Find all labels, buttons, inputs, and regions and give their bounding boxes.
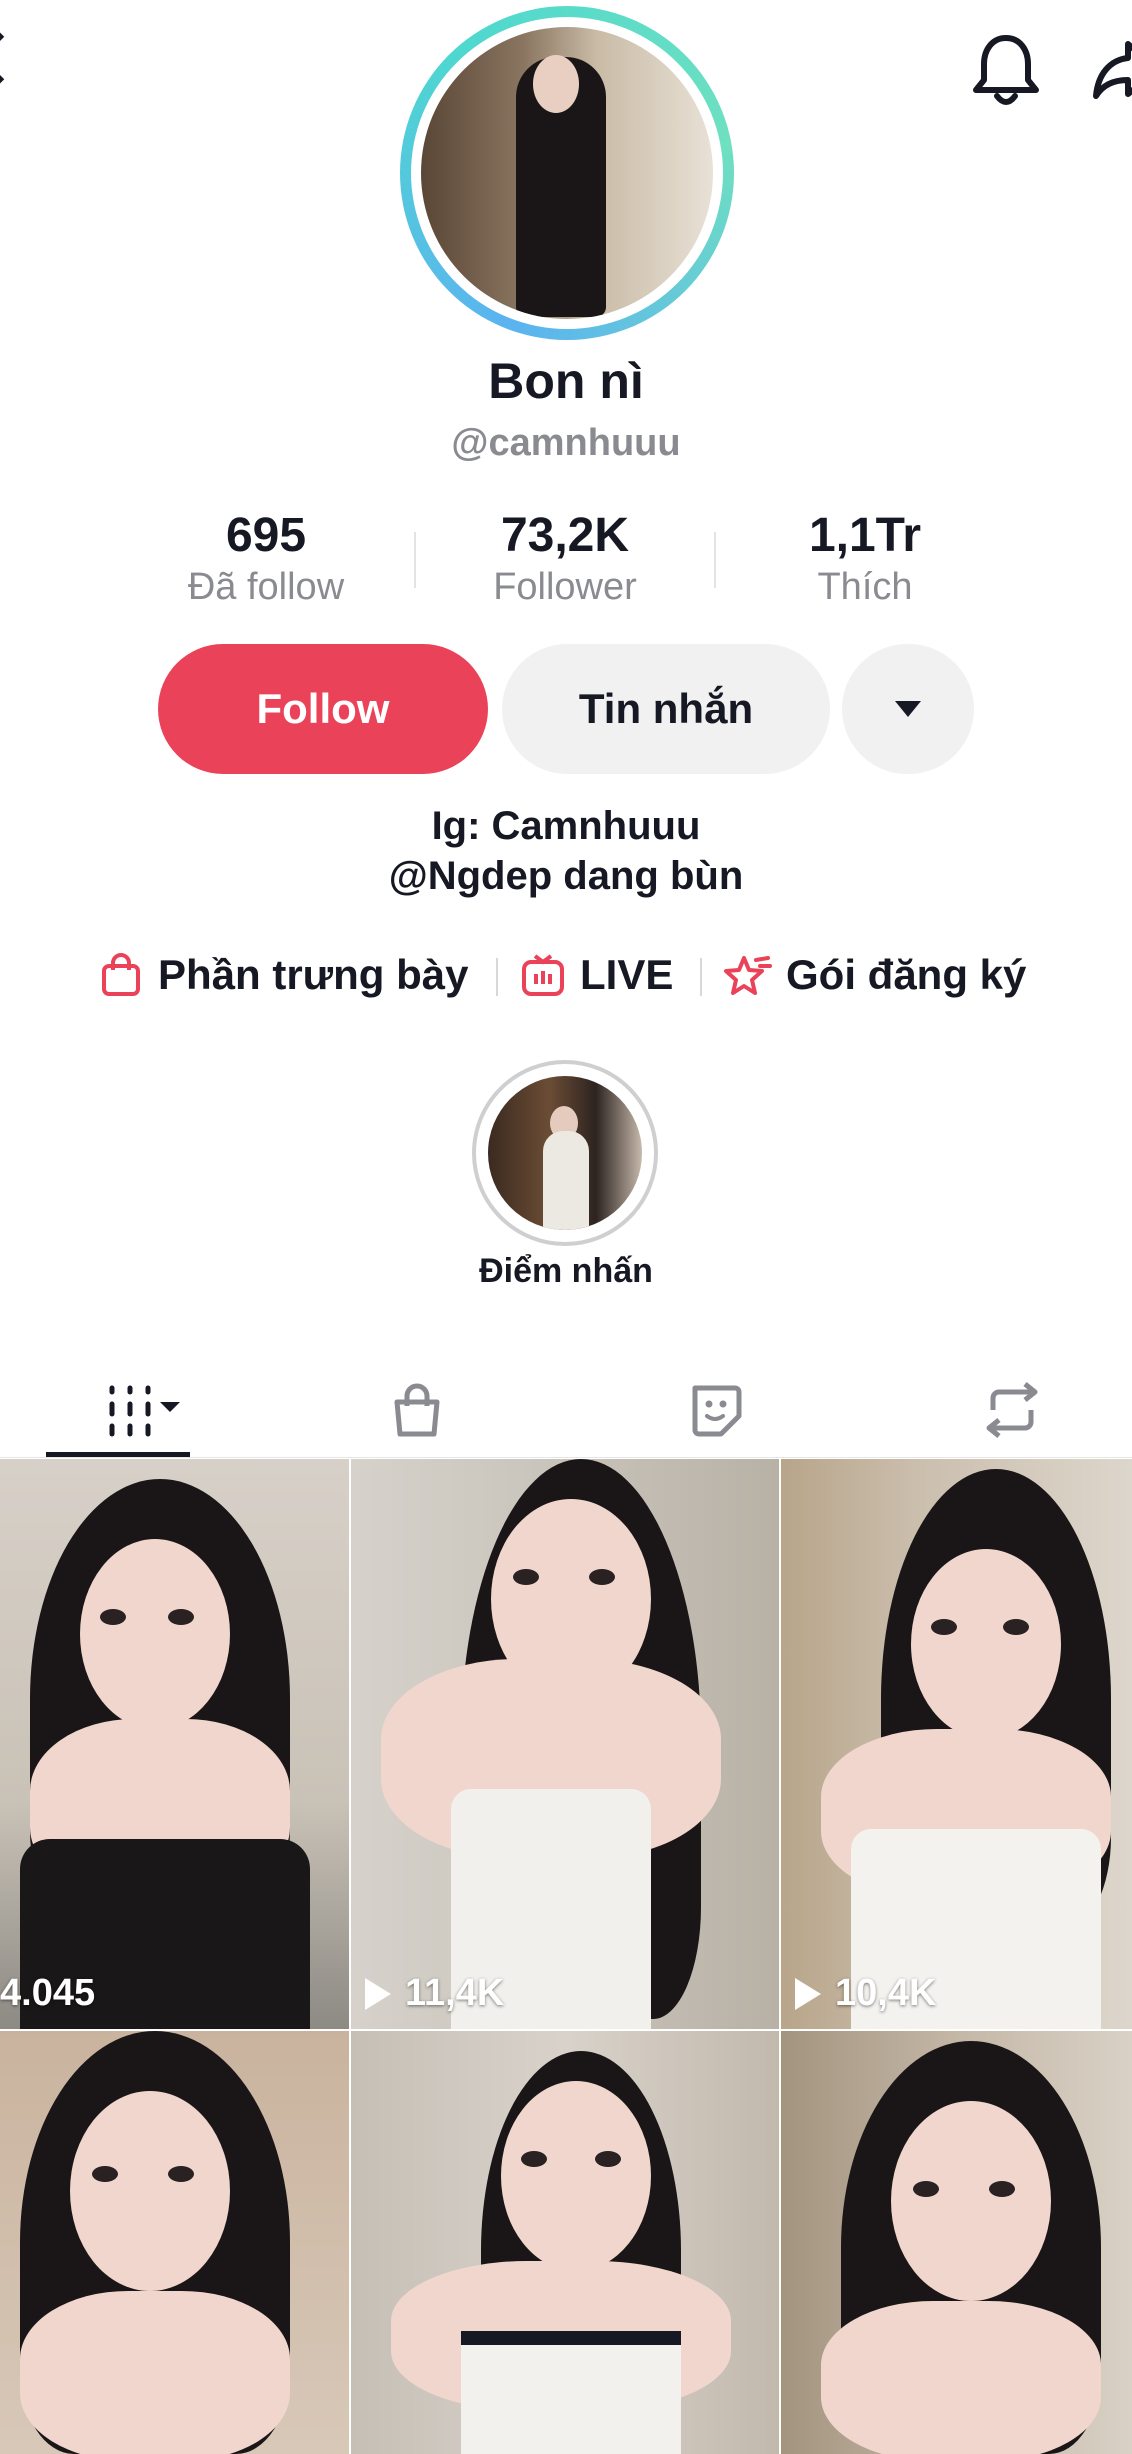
follow-button[interactable]: Follow [158,644,488,774]
message-button-label: Tin nhắn [578,685,754,732]
video-views: 10,4K [795,1972,936,2015]
video-views-count: 11,4K [405,1972,505,2014]
likes-label[interactable]: Thích [715,566,1015,609]
followers-label[interactable]: Follower [415,566,715,609]
video-thumbnail[interactable] [0,2031,349,2454]
bio-line-2[interactable]: @Ngdep dang bùn [0,854,1132,899]
display-name: Bon nì [488,353,644,409]
following-count[interactable]: 695 [116,508,416,563]
tab-shop[interactable] [275,1360,558,1460]
showcase-link-label: Phần trưng bày [158,951,469,998]
video-views-count: 10,4K [835,1972,937,2014]
live-link-label: LIVE [580,951,674,998]
live-tv-icon [522,954,564,996]
video-thumbnail[interactable] [351,2031,779,2454]
suggested-accounts-button[interactable] [842,644,974,774]
subscription-star-icon [724,956,772,995]
tab-reposts[interactable] [870,1360,1132,1460]
follow-button-label: Follow [256,685,390,732]
bell-icon[interactable] [970,30,1042,110]
video-thumbnail[interactable] [781,2031,1132,2454]
video-views: 11,4K [365,1972,504,2015]
subscription-link[interactable]: Gói đăng ký [722,940,1026,1010]
repost-icon [986,1382,1037,1438]
likes-count[interactable]: 1,1Tr [715,508,1015,563]
active-tab-indicator [46,1452,190,1457]
sticker-icon [692,1385,741,1437]
live-link[interactable]: LIVE [520,940,673,1010]
video-views-count: 4.045 [0,1972,96,2014]
tab-videos[interactable] [0,1360,283,1460]
play-icon [795,1977,821,2010]
tab-liked[interactable] [573,1360,856,1460]
caret-down-icon [895,701,921,717]
highlight-label: Điểm nhấn [479,1252,653,1290]
share-icon[interactable] [1088,30,1132,110]
link-divider [700,958,702,996]
grid-icon [109,1385,180,1437]
video-thumbnail[interactable]: 4.045 [0,1459,349,2029]
subscription-link-label: Gói đăng ký [786,951,1027,998]
link-divider [496,958,498,996]
highlight-thumbnail[interactable] [488,1076,642,1230]
message-button[interactable]: Tin nhắn [502,644,830,774]
showcase-link[interactable]: Phần trưng bày [98,940,468,1010]
video-thumbnail[interactable]: 11,4K [351,1459,779,2029]
tabs-border [0,1457,1132,1458]
followers-count[interactable]: 73,2K [415,508,715,563]
shopping-bag-icon [102,953,140,996]
username: @camnhuuu [451,422,681,464]
play-icon [365,1977,391,2010]
following-label[interactable]: Đã follow [116,566,416,609]
video-thumbnail[interactable]: 10,4K [781,1459,1132,2029]
avatar[interactable] [421,27,713,319]
bio-line-1: Ig: Camnhuuu [431,804,701,848]
video-views: 4.045 [0,1972,95,2015]
profile-links: Phần trưng bày LIVE Gói đăng ký [0,940,1132,1010]
back-chevron-icon[interactable] [0,32,26,84]
shopping-bag-icon [394,1383,439,1437]
